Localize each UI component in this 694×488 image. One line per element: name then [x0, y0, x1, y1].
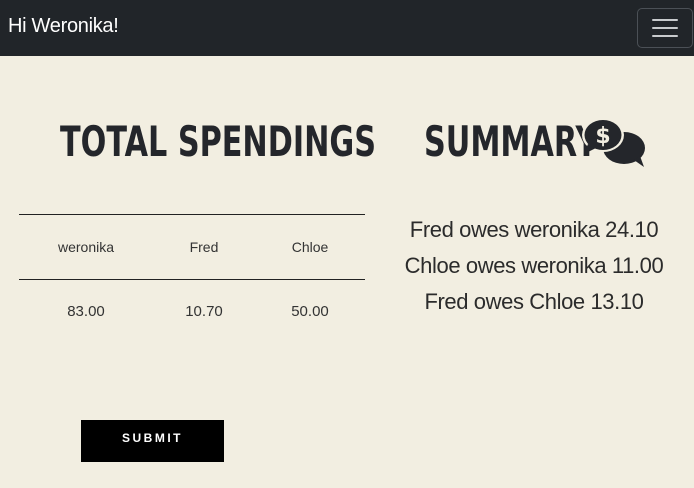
svg-text:$: $	[595, 124, 610, 149]
greeting-text: Hi Weronika!	[8, 15, 119, 37]
top-navbar: Hi Weronika!	[0, 0, 694, 56]
hamburger-menu-icon-bar	[652, 27, 678, 29]
summary-title: SUMMARY	[424, 117, 598, 166]
spending-value: 10.70	[185, 303, 223, 321]
spendings-table-container: weronika Fred Chloe 83.00 10.70 50.00	[19, 214, 365, 344]
column-header: Chloe	[291, 239, 329, 255]
hamburger-menu-icon-bar	[652, 35, 678, 37]
spending-value: 83.00	[67, 303, 105, 321]
summary-line: Fred owes weronika 24.10	[409, 217, 659, 242]
spendings-table: weronika Fred Chloe 83.00 10.70 50.00	[19, 214, 365, 344]
money-chat-bubbles-icon: $	[582, 118, 645, 167]
submit-button[interactable]: SUBMIT	[81, 420, 224, 462]
summary-line: Fred owes Chloe 13.10	[424, 289, 644, 314]
spending-value: 50.00	[291, 303, 329, 321]
summary-list: Fred owes weronika 24.10 Chloe owes wero…	[384, 212, 684, 320]
table-row: 83.00 10.70 50.00	[19, 280, 365, 344]
table-header-row: weronika Fred Chloe	[19, 214, 365, 280]
summary-line: Chloe owes weronika 11.00	[404, 253, 664, 278]
total-spendings-title: TOTAL SPENDINGS	[60, 117, 376, 166]
menu-toggle-button[interactable]	[637, 8, 693, 48]
column-header: weronika	[57, 239, 115, 255]
hamburger-menu-icon	[652, 19, 678, 21]
column-header: Fred	[189, 239, 219, 255]
